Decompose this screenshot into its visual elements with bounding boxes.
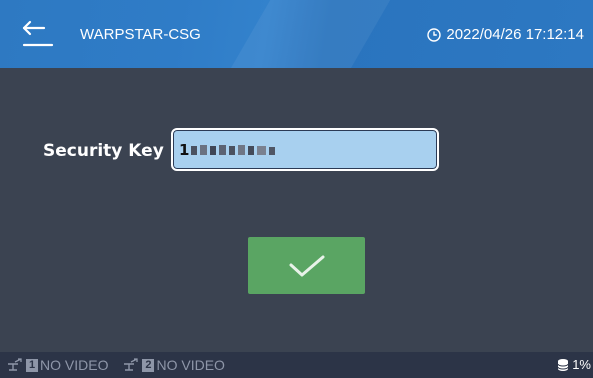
app-title: WARPSTAR-CSG bbox=[80, 26, 201, 43]
security-key-label: Security Key bbox=[43, 141, 164, 161]
storage-indicator: 1% bbox=[557, 357, 591, 372]
clock-icon bbox=[427, 27, 442, 42]
database-icon bbox=[557, 358, 569, 371]
redacted-characters bbox=[191, 144, 276, 155]
checkmark-icon bbox=[289, 255, 324, 276]
back-button[interactable] bbox=[20, 18, 56, 50]
channel-status-text: NO VIDEO bbox=[156, 357, 225, 373]
channel-status-text: NO VIDEO bbox=[40, 357, 109, 373]
channel-1-status: 1 NO VIDEO bbox=[6, 357, 108, 373]
header-decoration bbox=[224, 0, 396, 68]
confirm-button[interactable] bbox=[248, 237, 365, 294]
datetime-text: 2022/04/26 17:12:14 bbox=[446, 26, 584, 43]
security-key-value: 1 bbox=[179, 140, 190, 159]
channel-2-status: 2 NO VIDEO bbox=[122, 357, 225, 373]
channel-number: 2 bbox=[142, 358, 155, 372]
status-bar: 1 NO VIDEO 2 NO VIDEO 1% bbox=[0, 352, 593, 378]
top-bar: WARPSTAR-CSG 2022/04/26 17:12:14 bbox=[0, 0, 593, 68]
security-key-input[interactable]: 1 bbox=[171, 128, 439, 171]
datetime-display: 2022/04/26 17:12:14 bbox=[427, 26, 584, 43]
video-input-icon bbox=[8, 358, 22, 371]
video-input-icon bbox=[124, 358, 139, 371]
back-arrow-icon bbox=[22, 20, 54, 47]
channel-number: 1 bbox=[26, 358, 38, 372]
storage-percent: 1% bbox=[572, 357, 591, 372]
